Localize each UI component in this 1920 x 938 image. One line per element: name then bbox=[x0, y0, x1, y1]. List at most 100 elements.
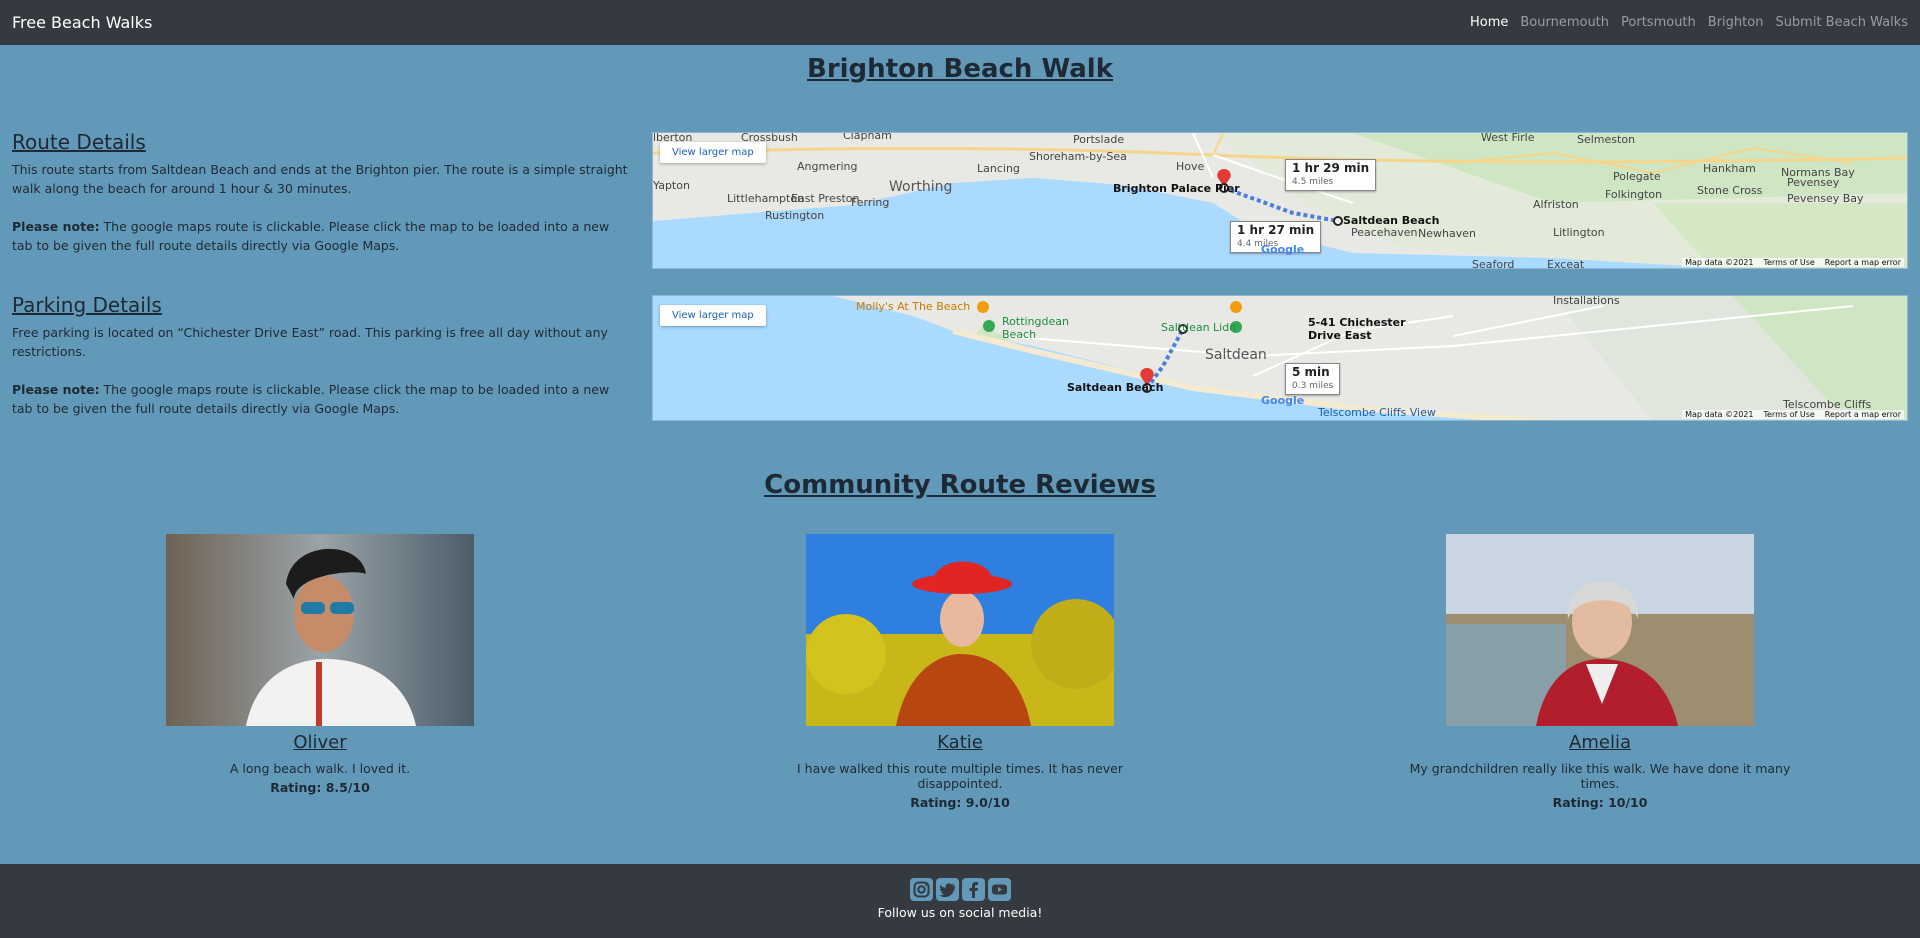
route-details: Route Details This route starts from Sal… bbox=[12, 130, 632, 274]
note-label: Please note: bbox=[12, 219, 100, 234]
map-place: Lancing bbox=[977, 162, 1020, 175]
map-place: Seaford bbox=[1472, 258, 1515, 269]
navbar: Free Beach Walks Home Bournemouth Portsm… bbox=[0, 0, 1920, 45]
map-place-start: Brighton Palace Pier bbox=[1113, 182, 1240, 195]
callout-time: 1 hr 29 min bbox=[1292, 161, 1370, 175]
map-place: Folkington bbox=[1605, 188, 1663, 201]
route-time-callout[interactable]: 5 min 0.3 miles bbox=[1285, 363, 1341, 395]
footer-text: Follow us on social media! bbox=[877, 905, 1043, 920]
review-card: Katie I have walked this route multiple … bbox=[760, 534, 1160, 810]
route-details-note: Please note: The google maps route is cl… bbox=[12, 217, 632, 255]
map-place: Selmeston bbox=[1577, 133, 1636, 146]
map-place: Rottingdean Beach bbox=[1002, 315, 1069, 341]
map-place: Saltdean Lido bbox=[1161, 321, 1236, 334]
map-place: Newhaven bbox=[1418, 227, 1476, 240]
view-larger-map-button[interactable]: View larger map bbox=[660, 142, 766, 163]
review-text: My grandchildren really like this walk. … bbox=[1409, 761, 1791, 791]
instagram-icon[interactable] bbox=[909, 878, 933, 901]
callout-time: 1 hr 27 min bbox=[1237, 223, 1315, 237]
reviewer-name: Katie bbox=[937, 732, 983, 753]
note-text: The google maps route is clickable. Plea… bbox=[12, 382, 610, 416]
review-rating: Rating: 8.5/10 bbox=[270, 780, 370, 795]
map-place: Installations bbox=[1553, 295, 1620, 307]
parking-details-text: Free parking is located on “Chichester D… bbox=[12, 325, 608, 359]
callout-distance: 4.5 miles bbox=[1292, 177, 1334, 187]
map-place: Stone Cross bbox=[1697, 184, 1763, 197]
twitter-icon[interactable] bbox=[935, 878, 959, 901]
review-card: Amelia My grandchildren really like this… bbox=[1400, 534, 1800, 810]
reviewer-name: Amelia bbox=[1569, 732, 1631, 753]
route-details-heading: Route Details bbox=[12, 130, 146, 154]
map-place: Clapham bbox=[843, 132, 892, 142]
view-larger-map-button[interactable]: View larger map bbox=[660, 305, 766, 326]
callout-time: 5 min bbox=[1292, 365, 1330, 379]
nav-brighton[interactable]: Brighton bbox=[1708, 15, 1764, 30]
brand-link[interactable]: Free Beach Walks bbox=[12, 13, 152, 32]
review-rating: Rating: 10/10 bbox=[1552, 795, 1648, 810]
map-place: Portslade bbox=[1073, 133, 1125, 146]
page-title: Brighton Beach Walk bbox=[807, 54, 1113, 84]
reviewer-name: Oliver bbox=[293, 732, 347, 753]
map-place: Polegate bbox=[1613, 170, 1661, 183]
map-place: Hankham bbox=[1703, 162, 1756, 175]
map-place: Saltdean bbox=[1205, 347, 1267, 363]
map-data-text: Map data ©2021 bbox=[1685, 258, 1754, 267]
map-place-destination: 5-41 Chichester Drive East bbox=[1308, 316, 1406, 342]
map-place: Shoreham-by-Sea bbox=[1029, 150, 1127, 163]
review-text: A long beach walk. I loved it. bbox=[229, 761, 411, 776]
map-place: Pevensey Bay bbox=[1787, 192, 1864, 205]
map-footer: Map data ©2021 Terms of Use Report a map… bbox=[1682, 258, 1904, 267]
terms-link[interactable]: Terms of Use bbox=[1763, 258, 1814, 267]
map-place: Alfriston bbox=[1533, 198, 1579, 211]
nav-submit-beach-walks[interactable]: Submit Beach Walks bbox=[1775, 15, 1908, 30]
map-place-start: Saltdean Beach bbox=[1067, 381, 1164, 394]
map-footer: Map data ©2021 Terms of Use Report a map… bbox=[1682, 410, 1904, 419]
map-place: West Firle bbox=[1481, 132, 1535, 144]
reviewer-photo bbox=[806, 534, 1114, 726]
reviewer-photo bbox=[1446, 534, 1754, 726]
map-place: Pevensey bbox=[1787, 176, 1840, 189]
report-error-link[interactable]: Report a map error bbox=[1825, 410, 1901, 419]
google-logo: Google bbox=[1261, 394, 1305, 407]
route-time-callout[interactable]: 1 hr 29 min 4.5 miles bbox=[1285, 159, 1377, 191]
google-logo: Google bbox=[1261, 243, 1305, 256]
parking-map[interactable]: View larger map Molly's At The Beach Rot… bbox=[652, 295, 1908, 421]
map-place: Ferring bbox=[851, 196, 890, 209]
parking-details: Parking Details Free parking is located … bbox=[12, 293, 632, 437]
map-place: lberton bbox=[653, 132, 693, 144]
review-text: I have walked this route multiple times.… bbox=[796, 761, 1124, 791]
map-place: Peacehaven bbox=[1351, 226, 1418, 239]
parking-details-note: Please note: The google maps route is cl… bbox=[12, 380, 632, 418]
map-place: Molly's At The Beach bbox=[856, 300, 971, 313]
footer: Follow us on social media! bbox=[0, 864, 1920, 938]
map-place: Angmering bbox=[797, 160, 858, 173]
reviewer-photo bbox=[166, 534, 474, 726]
social-links bbox=[0, 878, 1920, 901]
callout-distance: 0.3 miles bbox=[1292, 381, 1334, 391]
map-place: Crossbush bbox=[741, 132, 798, 144]
parking-details-heading: Parking Details bbox=[12, 293, 162, 317]
route-details-text: This route starts from Saltdean Beach an… bbox=[12, 162, 628, 196]
review-rating: Rating: 9.0/10 bbox=[910, 795, 1010, 810]
map-place: Exceat bbox=[1547, 258, 1585, 269]
youtube-icon[interactable] bbox=[987, 878, 1011, 901]
map-place: Litlington bbox=[1553, 226, 1605, 239]
report-error-link[interactable]: Report a map error bbox=[1825, 258, 1901, 267]
map-place: Worthing bbox=[889, 179, 953, 195]
note-text: The google maps route is clickable. Plea… bbox=[12, 219, 610, 253]
map-place: East Preston bbox=[791, 192, 860, 205]
map-place: Hove bbox=[1176, 160, 1205, 173]
map-data-text: Map data ©2021 bbox=[1685, 410, 1754, 419]
note-label: Please note: bbox=[12, 382, 100, 397]
review-card: Oliver A long beach walk. I loved it. Ra… bbox=[120, 534, 520, 795]
map-place: Yapton bbox=[653, 179, 690, 192]
map-place: Rustington bbox=[765, 209, 825, 222]
map-place: Telscombe Cliffs View bbox=[1318, 406, 1436, 419]
nav-bournemouth[interactable]: Bournemouth bbox=[1520, 15, 1609, 30]
facebook-icon[interactable] bbox=[961, 878, 985, 901]
nav-home[interactable]: Home bbox=[1470, 15, 1508, 30]
nav-portsmouth[interactable]: Portsmouth bbox=[1621, 15, 1696, 30]
reviews-title: Community Route Reviews bbox=[764, 470, 1156, 500]
route-map[interactable]: View larger map lberton Crossbush Clapha… bbox=[652, 132, 1908, 269]
terms-link[interactable]: Terms of Use bbox=[1763, 410, 1814, 419]
